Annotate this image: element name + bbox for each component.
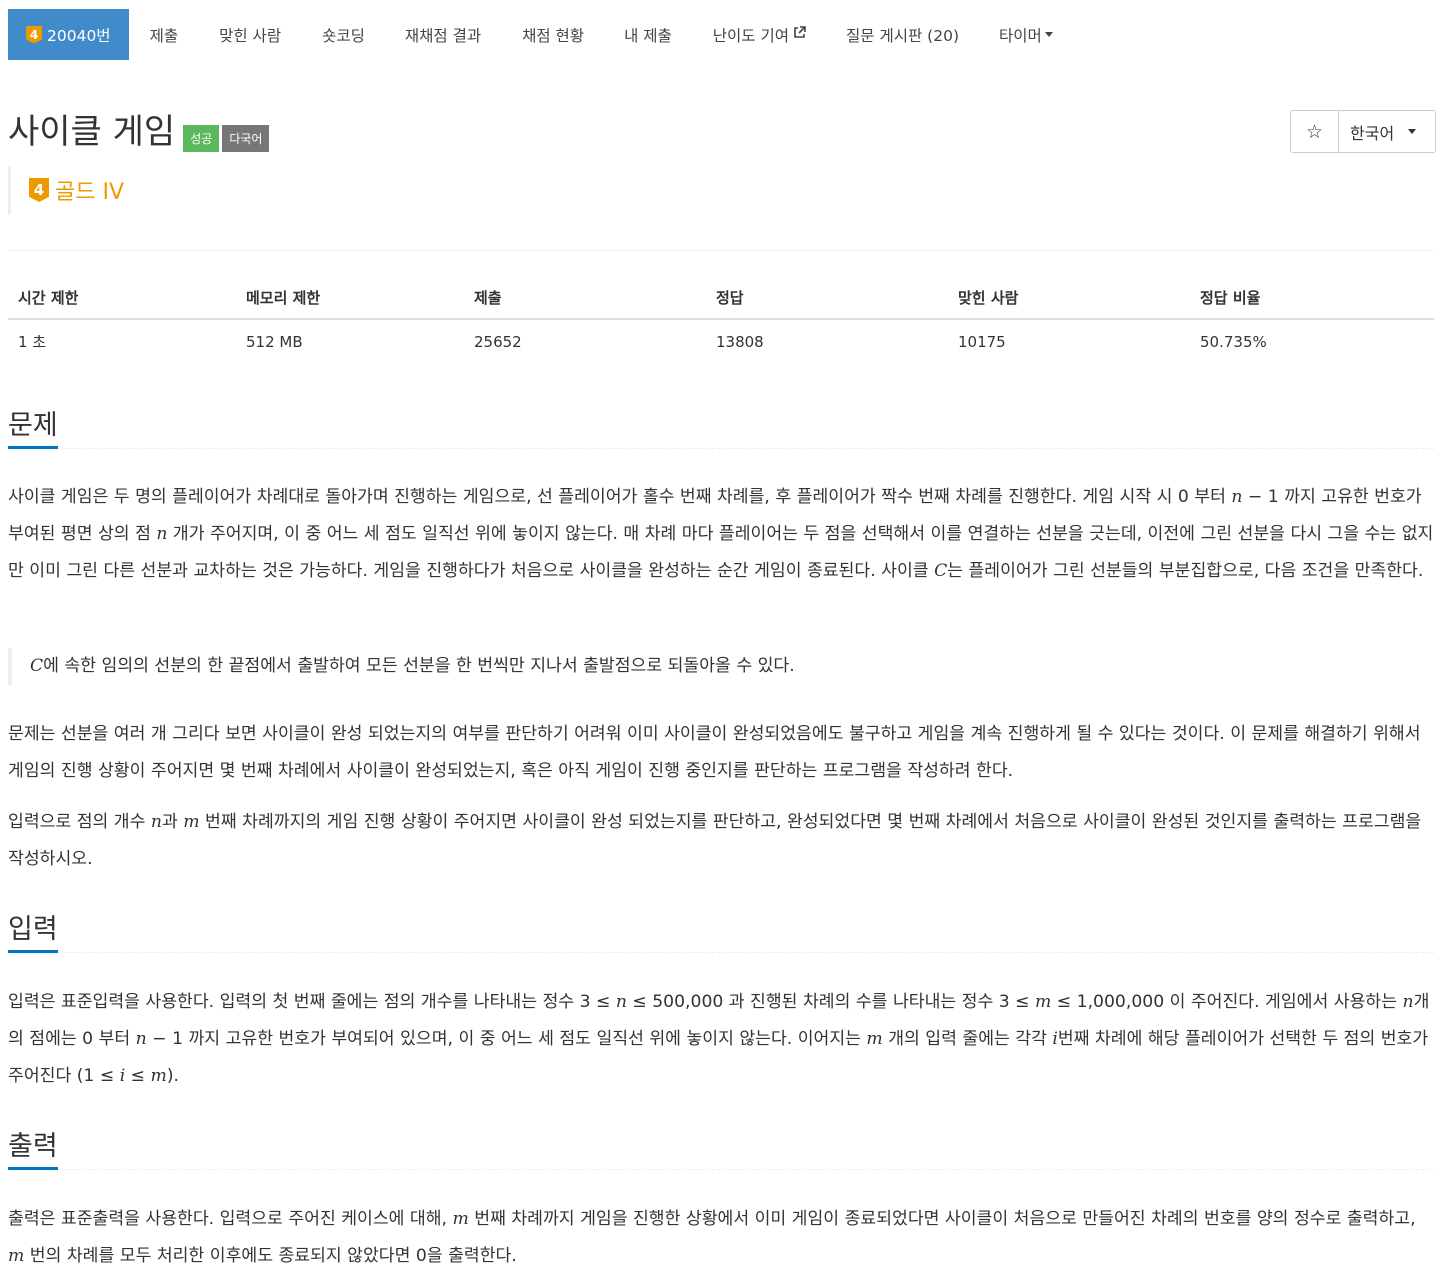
text: ≤ 500,000 과 진행된 차례의 수를 나타내는 정수 3 ≤ <box>626 992 1036 1012</box>
solvers-value: 10175 <box>958 332 1006 351</box>
submissions-value: 25652 <box>474 332 522 351</box>
chevron-down-icon <box>1408 129 1417 134</box>
nav-shortcoding[interactable]: 숏코딩 <box>281 9 365 60</box>
nav-timer[interactable]: 타이머 <box>959 9 1053 60</box>
text: − 1 까지 고유한 번호가 부여되어 있으며, 이 중 어느 세 점도 일직선… <box>146 1029 867 1049</box>
nav-qna-label: 질문 게시판 (20) <box>846 26 959 45</box>
math-var: n <box>1402 992 1414 1012</box>
nav-submit[interactable]: 제출 <box>129 9 179 60</box>
nav-timer-label: 타이머 <box>999 26 1042 45</box>
tier-info: 4 골드 IV <box>8 166 124 214</box>
section-underline <box>8 446 58 449</box>
nav-rejudge[interactable]: 재채점 결과 <box>365 9 481 60</box>
text: ). <box>166 1066 179 1086</box>
col-ratio: 정답 비율 <box>1190 276 1434 320</box>
memory-limit-value: 512 MB <box>246 332 303 351</box>
section-divider <box>8 1169 1434 1170</box>
nav-problem-tab[interactable]: 4 20040번 <box>8 9 129 60</box>
accepted-value: 13808 <box>716 332 764 351</box>
text: 사이클 게임은 두 명의 플레이어가 차례대로 돌아가며 진행하는 게임으로, … <box>8 487 1232 507</box>
divider <box>8 250 1434 251</box>
col-accepted: 정답 <box>706 276 948 320</box>
text: 에 속한 임의의 선분의 한 끝점에서 출발하여 모든 선분을 한 번씩만 지나… <box>43 656 795 676</box>
language-label: 한국어 <box>1350 123 1395 143</box>
col-solvers: 맞힌 사람 <box>948 276 1190 320</box>
col-memory-limit: 메모리 제한 <box>236 276 464 320</box>
text: 번의 차례를 모두 처리한 이후에도 종료되지 않았다면 0을 출력한다. <box>24 1246 517 1266</box>
text: 번째 차례까지의 게임 진행 상황이 주어지면 사이클이 완성 되었는지를 판단… <box>8 812 1422 869</box>
nav-solvers[interactable]: 맞힌 사람 <box>178 9 281 60</box>
section-heading-output: 출력 <box>8 1131 58 1162</box>
nav-status-label: 채점 현황 <box>522 26 585 45</box>
nav-submit-label: 제출 <box>149 26 179 45</box>
section-heading-input: 입력 <box>8 914 58 945</box>
math-var: m <box>866 1029 883 1049</box>
problem-title-row: 사이클 게임 성공 다국어 <box>8 110 270 154</box>
text: 입력은 표준입력을 사용한다. 입력의 첫 번째 줄에는 점의 개수를 나타내는… <box>8 992 616 1012</box>
problem-paragraph-3: 입력으로 점의 개수 n과 m 번째 차례까지의 게임 진행 상황이 주어지면 … <box>8 804 1434 878</box>
status-badge-success: 성공 <box>183 125 220 152</box>
problem-page: { "nav": { "problem_tab": { "tier_num": … <box>0 0 1444 1286</box>
math-var: m <box>183 812 200 832</box>
math-var: C <box>934 561 948 581</box>
text: 개의 입력 줄에는 각각 <box>882 1029 1053 1049</box>
problem-menu: 4 20040번 제출 맞힌 사람 숏코딩 재채점 결과 채점 현황 내 제출 … <box>8 9 1053 60</box>
output-description: 출력은 표준출력을 사용한다. 입력으로 주어진 케이스에 대해, m 번째 차… <box>8 1201 1434 1275</box>
math-var: n <box>615 992 627 1012</box>
section-divider <box>8 952 1434 953</box>
text: 입력으로 점의 개수 <box>8 812 151 832</box>
blockquote: C에 속한 임의의 선분의 한 끝점에서 출발하여 모든 선분을 한 번씩만 지… <box>8 648 1434 685</box>
tier-icon: 4 <box>29 178 49 202</box>
nav-solvers-label: 맞힌 사람 <box>219 26 282 45</box>
section-divider <box>8 448 1434 449</box>
table-row: 1 초 512 MB 25652 13808 10175 50.735% <box>8 319 1434 363</box>
nav-my-submissions-label: 내 제출 <box>624 26 672 45</box>
external-link-icon <box>793 26 806 43</box>
nav-my-submissions[interactable]: 내 제출 <box>584 9 672 60</box>
section-underline <box>8 950 58 953</box>
text: 는 플레이어가 그린 선분들의 부분집합으로, 다음 조건을 만족한다. <box>947 561 1424 581</box>
text: 번째 차례까지 게임을 진행한 상황에서 이미 게임이 종료되었다면 사이클이 … <box>468 1209 1416 1229</box>
col-submissions: 제출 <box>464 276 706 320</box>
nav-qna-board[interactable]: 질문 게시판 (20) <box>806 9 959 60</box>
nav-difficulty-contrib[interactable]: 난이도 기여 <box>672 9 806 60</box>
table-header-row: 시간 제한 메모리 제한 제출 정답 맞힌 사람 정답 비율 <box>8 276 1434 320</box>
math-var: n <box>1231 487 1243 507</box>
text: ≤ 1,000,000 이 주어진다. 게임에서 사용하는 <box>1051 992 1403 1012</box>
math-var: n <box>135 1029 147 1049</box>
math-var: m <box>452 1209 469 1229</box>
math-var: n <box>150 812 162 832</box>
problem-paragraph-2: 문제는 선분을 여러 개 그리다 보면 사이클이 완성 되었는지의 여부를 판단… <box>8 724 1421 781</box>
page-title: 사이클 게임 <box>8 112 176 152</box>
problem-info-table: 시간 제한 메모리 제한 제출 정답 맞힌 사람 정답 비율 1 초 512 M… <box>8 276 1434 363</box>
math-var: m <box>150 1066 167 1086</box>
section-underline <box>8 1167 58 1170</box>
problem-description: 사이클 게임은 두 명의 플레이어가 차례대로 돌아가며 진행하는 게임으로, … <box>8 479 1434 590</box>
math-var: m <box>1035 992 1052 1012</box>
tier-label[interactable]: 골드 IV <box>55 174 124 206</box>
title-actions: ☆ 한국어 <box>1290 110 1436 153</box>
star-icon: ☆ <box>1305 120 1324 143</box>
chevron-down-icon <box>1044 32 1053 37</box>
favorite-button[interactable]: ☆ <box>1291 111 1339 152</box>
nav-shortcoding-label: 숏코딩 <box>322 26 365 45</box>
section-heading-problem: 문제 <box>8 410 58 441</box>
math-var: n <box>156 524 168 544</box>
text: ≤ <box>125 1066 151 1086</box>
time-limit-value: 1 초 <box>18 333 47 351</box>
col-time-limit: 시간 제한 <box>8 276 236 320</box>
nav-difficulty-label: 난이도 기여 <box>712 26 790 45</box>
text: 출력은 표준출력을 사용한다. 입력으로 주어진 케이스에 대해, <box>8 1209 453 1229</box>
math-var: m <box>8 1246 25 1266</box>
language-dropdown[interactable]: 한국어 <box>1339 111 1435 152</box>
text: 과 <box>161 812 184 832</box>
ratio-value: 50.735% <box>1200 332 1267 351</box>
problem-number: 20040번 <box>47 26 111 45</box>
tier-icon: 4 <box>26 25 42 44</box>
nav-rejudge-label: 재채점 결과 <box>404 26 482 45</box>
status-badge-multilang: 다국어 <box>222 125 270 152</box>
input-description: 입력은 표준입력을 사용한다. 입력의 첫 번째 줄에는 점의 개수를 나타내는… <box>8 984 1434 1095</box>
math-var: C <box>30 656 44 676</box>
nav-status[interactable]: 채점 현황 <box>481 9 584 60</box>
